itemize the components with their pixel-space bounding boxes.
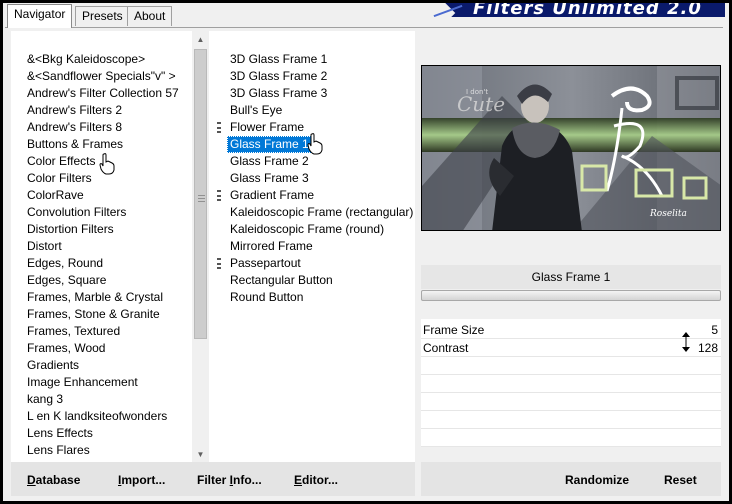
category-list-item[interactable]: Convolution Filters	[27, 204, 126, 221]
up-down-arrows-icon	[681, 331, 691, 353]
filter-list-item[interactable]: 3D Glass Frame 3	[227, 85, 330, 102]
filter-list-item[interactable]: Kaleidoscopic Frame (rectangular)	[227, 204, 415, 221]
category-list-item[interactable]: Frames, Stone & Granite	[27, 306, 160, 323]
hand-cursor-icon	[307, 133, 325, 155]
reset-button[interactable]: Reset	[664, 473, 697, 487]
category-list-item[interactable]: Frames, Wood	[27, 340, 105, 357]
tab-navigator[interactable]: Navigator	[7, 4, 73, 28]
category-list[interactable]: &<Bkg Kaleidoscope> &<Sandflower Specials…	[11, 31, 192, 463]
category-list-item[interactable]: kang 3	[27, 391, 63, 408]
filter-list-item[interactable]: 3D Glass Frame 1	[227, 51, 330, 68]
filter-list-item[interactable]: Rectangular Button	[227, 272, 336, 289]
randomize-button[interactable]: Randomize	[565, 473, 629, 487]
selected-filter-title: Glass Frame 1	[421, 265, 721, 289]
parameter-row-frame-size[interactable]: Frame Size 5	[421, 321, 721, 339]
drag-grip-icon: — — —	[198, 192, 205, 205]
category-list-item[interactable]: &<Sandflower Specials"v" >	[27, 68, 176, 85]
parameter-value[interactable]: 5	[711, 323, 718, 337]
parameter-panel[interactable]: Frame Size 5 Contrast 128	[421, 319, 721, 447]
filters-unlimited-dialog: Filters Unlimited 2.0 Navigator Presets …	[3, 3, 729, 501]
scroll-down-arrow-icon[interactable]: ▼	[192, 447, 209, 463]
parameter-row-empty	[421, 429, 721, 447]
preview-image: Cute I don't Roselita	[421, 65, 721, 231]
banner-title: Filters Unlimited 2.0	[473, 3, 702, 17]
parameter-row-contrast[interactable]: Contrast 128	[421, 339, 721, 357]
category-list-item[interactable]: Color Effects	[27, 153, 95, 170]
filters-unlimited-banner: Filters Unlimited 2.0	[425, 3, 725, 17]
category-list-item[interactable]: Distort	[27, 238, 62, 255]
category-list-item[interactable]: Color Filters	[27, 170, 92, 187]
category-list-item[interactable]: L en K landksiteofwonders	[27, 408, 167, 425]
database-button[interactable]: Database	[27, 473, 80, 487]
filter-list[interactable]: 3D Glass Frame 1 3D Glass Frame 2 3D Glass…	[209, 31, 415, 463]
filter-title-bar	[421, 290, 721, 301]
category-list-item[interactable]: Lens Effects	[27, 425, 93, 442]
parameter-row-empty	[421, 393, 721, 411]
category-list-item[interactable]: Edges, Round	[27, 255, 103, 272]
filter-list-item[interactable]: Gradient Frame	[227, 187, 317, 204]
tab-about[interactable]: About	[127, 6, 173, 26]
filter-list-item[interactable]: 3D Glass Frame 2	[227, 68, 330, 85]
filter-list-item[interactable]: Glass Frame 2	[227, 153, 312, 170]
category-list-item[interactable]: Edges, Square	[27, 272, 106, 289]
editor-button[interactable]: Editor...	[294, 473, 338, 487]
category-list-item[interactable]: Buttons & Frames	[27, 136, 123, 153]
filter-list-item[interactable]: Round Button	[227, 289, 306, 306]
filter-list-item[interactable]: Kaleidoscopic Frame (round)	[227, 221, 387, 238]
category-list-item[interactable]: ColorRave	[27, 187, 84, 204]
preview-signature: Roselita	[649, 209, 687, 219]
hand-cursor-icon	[99, 153, 117, 175]
parameter-name: Frame Size	[423, 323, 485, 337]
import-button[interactable]: Import...	[118, 473, 165, 487]
parameter-name: Contrast	[423, 341, 469, 355]
scroll-thumb[interactable]: — — —	[194, 49, 207, 339]
filter-list-item[interactable]: Mirrored Frame	[227, 238, 316, 255]
filter-info-button[interactable]: Filter Info...	[197, 473, 262, 487]
category-list-item[interactable]: Gradients	[27, 357, 79, 374]
category-list-item[interactable]: Andrew's Filters 2	[27, 102, 122, 119]
category-list-item[interactable]: Frames, Marble & Crystal	[27, 289, 163, 306]
category-list-item[interactable]: &<Bkg Kaleidoscope>	[27, 51, 145, 68]
filter-list-item[interactable]: Passepartout	[227, 255, 304, 272]
drag-grip-icon	[217, 258, 221, 269]
parameter-value[interactable]: 128	[698, 341, 718, 355]
filter-list-item[interactable]: Glass Frame 3	[227, 170, 312, 187]
category-list-item[interactable]: Andrew's Filter Collection 57	[27, 85, 179, 102]
drag-grip-icon	[217, 122, 221, 133]
filter-list-item[interactable]: Flower Frame	[227, 119, 307, 136]
category-list-item[interactable]: Frames, Textured	[27, 323, 120, 340]
parameter-row-empty	[421, 411, 721, 429]
category-list-item[interactable]: Lens Flares	[27, 442, 90, 459]
filter-list-item[interactable]: Glass Frame 1	[227, 136, 312, 153]
drag-grip-icon	[217, 190, 221, 201]
parameter-row-empty	[421, 375, 721, 393]
category-list-item[interactable]: Distortion Filters	[27, 221, 114, 238]
category-list-item[interactable]: Andrew's Filters 8	[27, 119, 122, 136]
category-list-item[interactable]: Image Enhancement	[27, 374, 138, 391]
parameter-row-empty	[421, 357, 721, 375]
preview-small-note: I don't	[466, 88, 488, 96]
filter-list-item[interactable]: Bull's Eye	[227, 102, 285, 119]
category-scrollbar[interactable]: ▲ — — — ▼	[192, 31, 209, 463]
tab-presets[interactable]: Presets	[75, 6, 130, 26]
scroll-up-arrow-icon[interactable]: ▲	[192, 32, 209, 48]
